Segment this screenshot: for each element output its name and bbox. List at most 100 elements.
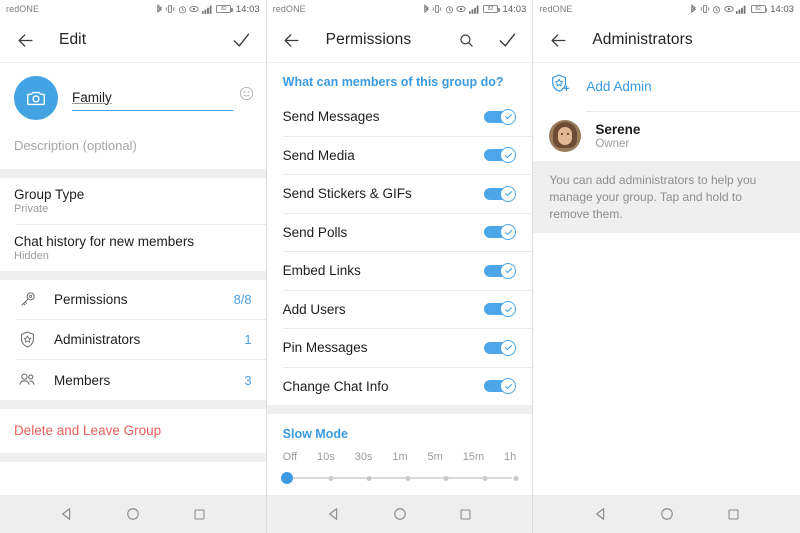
home-circle-icon[interactable] bbox=[393, 507, 407, 521]
permission-row-add-users[interactable]: Add Users bbox=[266, 290, 533, 328]
toggle-thumb-check-icon bbox=[500, 108, 517, 125]
home-circle-icon[interactable] bbox=[126, 507, 140, 521]
recents-square-icon[interactable] bbox=[459, 508, 472, 521]
slider-knob[interactable] bbox=[280, 472, 293, 484]
avatar bbox=[549, 120, 582, 152]
people-icon bbox=[14, 370, 40, 390]
slider-tick-dot[interactable] bbox=[513, 475, 519, 481]
permission-label: Send Messages bbox=[282, 109, 380, 125]
chat-history-label: Chat history for new members bbox=[14, 234, 195, 249]
home-circle-icon[interactable] bbox=[660, 507, 674, 521]
group-avatar-row: Family bbox=[0, 62, 266, 130]
group-name-input[interactable]: Family bbox=[72, 90, 233, 111]
back-triangle-icon[interactable] bbox=[60, 507, 74, 521]
permission-row-change-chat-info[interactable]: Change Chat Info bbox=[266, 367, 533, 405]
toggle-switch[interactable] bbox=[484, 301, 517, 318]
page-title: Edit bbox=[59, 31, 87, 48]
sidebar-item-members[interactable]: Members 3 bbox=[0, 360, 266, 400]
status-bar: redONE 82 14:03 bbox=[0, 0, 266, 18]
delete-and-leave-group-label: Delete and Leave Group bbox=[14, 423, 162, 438]
toggle-switch[interactable] bbox=[484, 185, 517, 202]
add-admin-button[interactable]: Add Admin bbox=[533, 62, 800, 111]
confirm-check-button[interactable] bbox=[228, 27, 254, 53]
delete-and-leave-group-button[interactable]: Delete and Leave Group bbox=[0, 409, 266, 453]
page-title: Permissions bbox=[325, 31, 412, 48]
sidebar-item-administrators[interactable]: Administrators 1 bbox=[0, 320, 266, 359]
toggle-thumb-check-icon bbox=[500, 185, 517, 202]
slider-bar bbox=[286, 477, 513, 479]
status-icon-group: 82 14:03 bbox=[690, 4, 794, 15]
group-type-row[interactable]: Group Type Private bbox=[0, 178, 266, 224]
members-count: 3 bbox=[244, 372, 252, 388]
permission-row-send-polls[interactable]: Send Polls bbox=[266, 213, 533, 251]
camera-icon[interactable] bbox=[14, 76, 58, 120]
permission-row-send-stickers-gifs[interactable]: Send Stickers & GIFs bbox=[266, 175, 533, 213]
toggle-switch[interactable] bbox=[484, 108, 517, 125]
confirm-check-button[interactable] bbox=[494, 27, 520, 53]
back-triangle-icon[interactable] bbox=[594, 507, 608, 521]
recents-square-icon[interactable] bbox=[727, 508, 740, 521]
slow-mode-slider[interactable]: Off 10s 30s 1m 5m 15m 1h bbox=[267, 445, 533, 495]
administrators-count: 1 bbox=[244, 332, 252, 347]
group-type-label: Group Type bbox=[14, 187, 85, 202]
smiley-icon[interactable] bbox=[239, 86, 254, 106]
slider-track[interactable] bbox=[280, 472, 519, 484]
vibrate-icon bbox=[432, 4, 442, 14]
description-input[interactable]: Description (optional) bbox=[0, 130, 266, 169]
back-button[interactable] bbox=[12, 27, 38, 53]
toggle-thumb-check-icon bbox=[500, 262, 517, 279]
slow-mode-tick: 5m bbox=[427, 451, 443, 463]
admin-name: Serene bbox=[595, 122, 641, 137]
permission-row-pin-messages[interactable]: Pin Messages bbox=[266, 329, 533, 367]
slider-tick-dot[interactable] bbox=[405, 475, 411, 481]
slow-mode-tick: 30s bbox=[354, 451, 373, 463]
toggle-switch[interactable] bbox=[484, 339, 517, 356]
bluetooth-icon bbox=[156, 3, 163, 15]
permissions-content: What can members of this group do? Send … bbox=[266, 62, 533, 495]
slow-mode-tick: 15m bbox=[462, 451, 485, 463]
battery-level: 82 bbox=[755, 6, 761, 12]
group-name-field[interactable]: Family bbox=[72, 86, 254, 111]
section-gap bbox=[0, 453, 266, 462]
status-clock: 14:03 bbox=[502, 3, 527, 15]
slider-tick-dot[interactable] bbox=[482, 475, 488, 481]
permission-label: Change Chat Info bbox=[282, 378, 389, 394]
permission-row-embed-links[interactable]: Embed Links bbox=[266, 252, 533, 290]
slider-tick-dot[interactable] bbox=[328, 475, 334, 481]
slider-tick-dot[interactable] bbox=[366, 475, 372, 481]
vibrate-icon bbox=[165, 4, 175, 14]
slider-tick-dot[interactable] bbox=[443, 475, 449, 481]
shield-star-icon bbox=[14, 330, 40, 349]
back-triangle-icon[interactable] bbox=[327, 507, 341, 521]
carrier-label: redONE bbox=[539, 4, 573, 14]
carrier-label: redONE bbox=[6, 4, 40, 14]
chat-history-row[interactable]: Chat history for new members Hidden bbox=[0, 225, 266, 271]
toggle-switch[interactable] bbox=[484, 262, 517, 279]
toggle-thumb-check-icon bbox=[500, 339, 517, 356]
battery-icon: 82 bbox=[216, 5, 233, 13]
shield-star-plus-icon bbox=[549, 73, 571, 100]
permission-row-send-messages[interactable]: Send Messages bbox=[266, 98, 533, 136]
status-clock: 14:03 bbox=[770, 3, 794, 15]
toggle-switch[interactable] bbox=[484, 378, 517, 395]
eye-care-icon bbox=[456, 5, 466, 13]
slow-mode-title: Slow Mode bbox=[282, 427, 348, 441]
recents-square-icon[interactable] bbox=[193, 508, 206, 521]
permission-label: Embed Links bbox=[282, 263, 361, 279]
bluetooth-icon bbox=[423, 3, 430, 15]
back-button[interactable] bbox=[279, 27, 305, 53]
permission-row-send-media[interactable]: Send Media bbox=[266, 136, 533, 174]
search-icon[interactable] bbox=[453, 27, 479, 53]
admin-list-item[interactable]: Serene Owner bbox=[533, 112, 800, 161]
key-icon bbox=[14, 290, 40, 309]
toggle-switch[interactable] bbox=[484, 147, 517, 164]
toggle-switch[interactable] bbox=[484, 224, 517, 241]
screenshot-root: redONE 82 14:03 Edit Family Description … bbox=[0, 0, 800, 533]
back-button[interactable] bbox=[545, 27, 571, 53]
alarm-icon bbox=[178, 5, 187, 14]
permission-label: Add Users bbox=[282, 301, 346, 317]
sidebar-item-permissions[interactable]: Permissions 8/8 bbox=[0, 280, 266, 319]
page-title: Administrators bbox=[592, 31, 693, 48]
permissions-count: 8/8 bbox=[233, 292, 252, 307]
status-bar: redONE 82 14:03 bbox=[266, 0, 533, 18]
